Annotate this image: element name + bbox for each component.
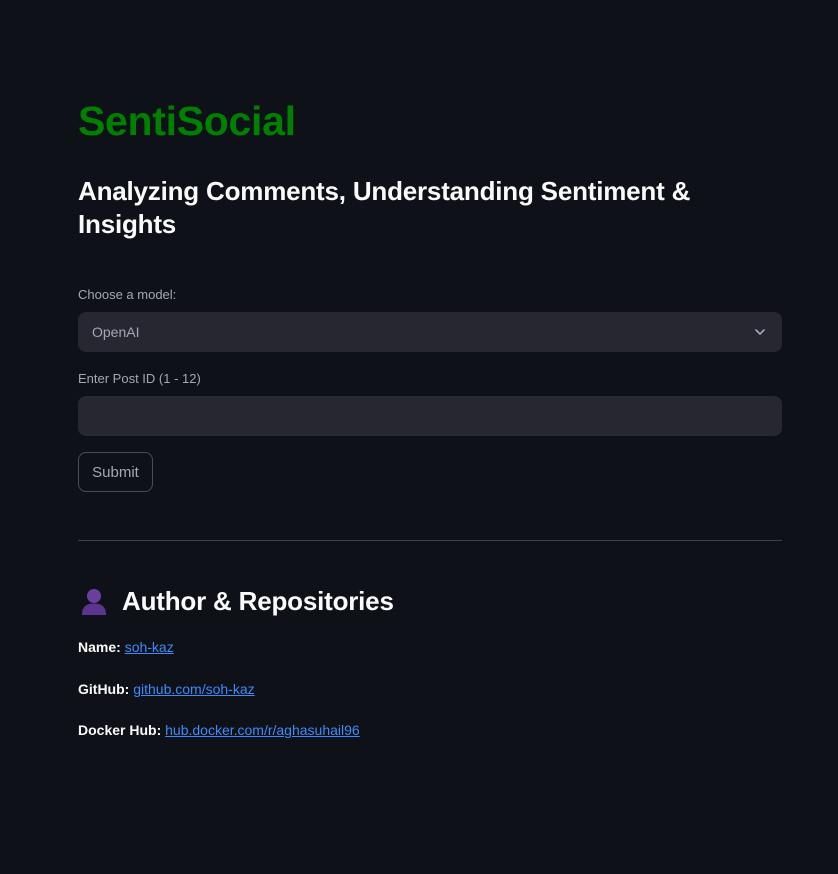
app-subtitle: Analyzing Comments, Understanding Sentim… [78, 176, 691, 239]
post-id-input[interactable] [78, 396, 782, 436]
section-divider [78, 540, 782, 541]
name-key: Name: [78, 639, 125, 655]
author-name-line: Name: soh-kaz [78, 638, 174, 656]
app-page: SentiSocial Analyzing Comments, Understa… [0, 0, 838, 874]
model-select-value: OpenAI [92, 324, 140, 340]
person-silhouette-icon [78, 585, 110, 617]
github-key: GitHub: [78, 681, 134, 697]
chevron-down-icon [752, 324, 768, 340]
app-title: SentiSocial [78, 98, 296, 144]
dockerhub-link[interactable]: hub.docker.com/r/aghasuhail96 [165, 722, 360, 738]
author-section-title: Author & Repositories [122, 586, 394, 616]
name-link[interactable]: soh-kaz [125, 639, 174, 655]
github-link[interactable]: github.com/soh-kaz [133, 681, 254, 697]
author-section-header: Author & Repositories [78, 584, 394, 618]
dockerhub-key: Docker Hub: [78, 722, 166, 738]
submit-button[interactable]: Submit [78, 452, 153, 492]
post-id-label: Enter Post ID (1 - 12) [78, 371, 201, 386]
dockerhub-line: Docker Hub: hub.docker.com/r/aghasuhail9… [78, 721, 360, 739]
model-select-label: Choose a model: [78, 287, 177, 302]
github-line: GitHub: github.com/soh-kaz [78, 680, 255, 698]
model-select[interactable]: OpenAI [78, 312, 782, 352]
